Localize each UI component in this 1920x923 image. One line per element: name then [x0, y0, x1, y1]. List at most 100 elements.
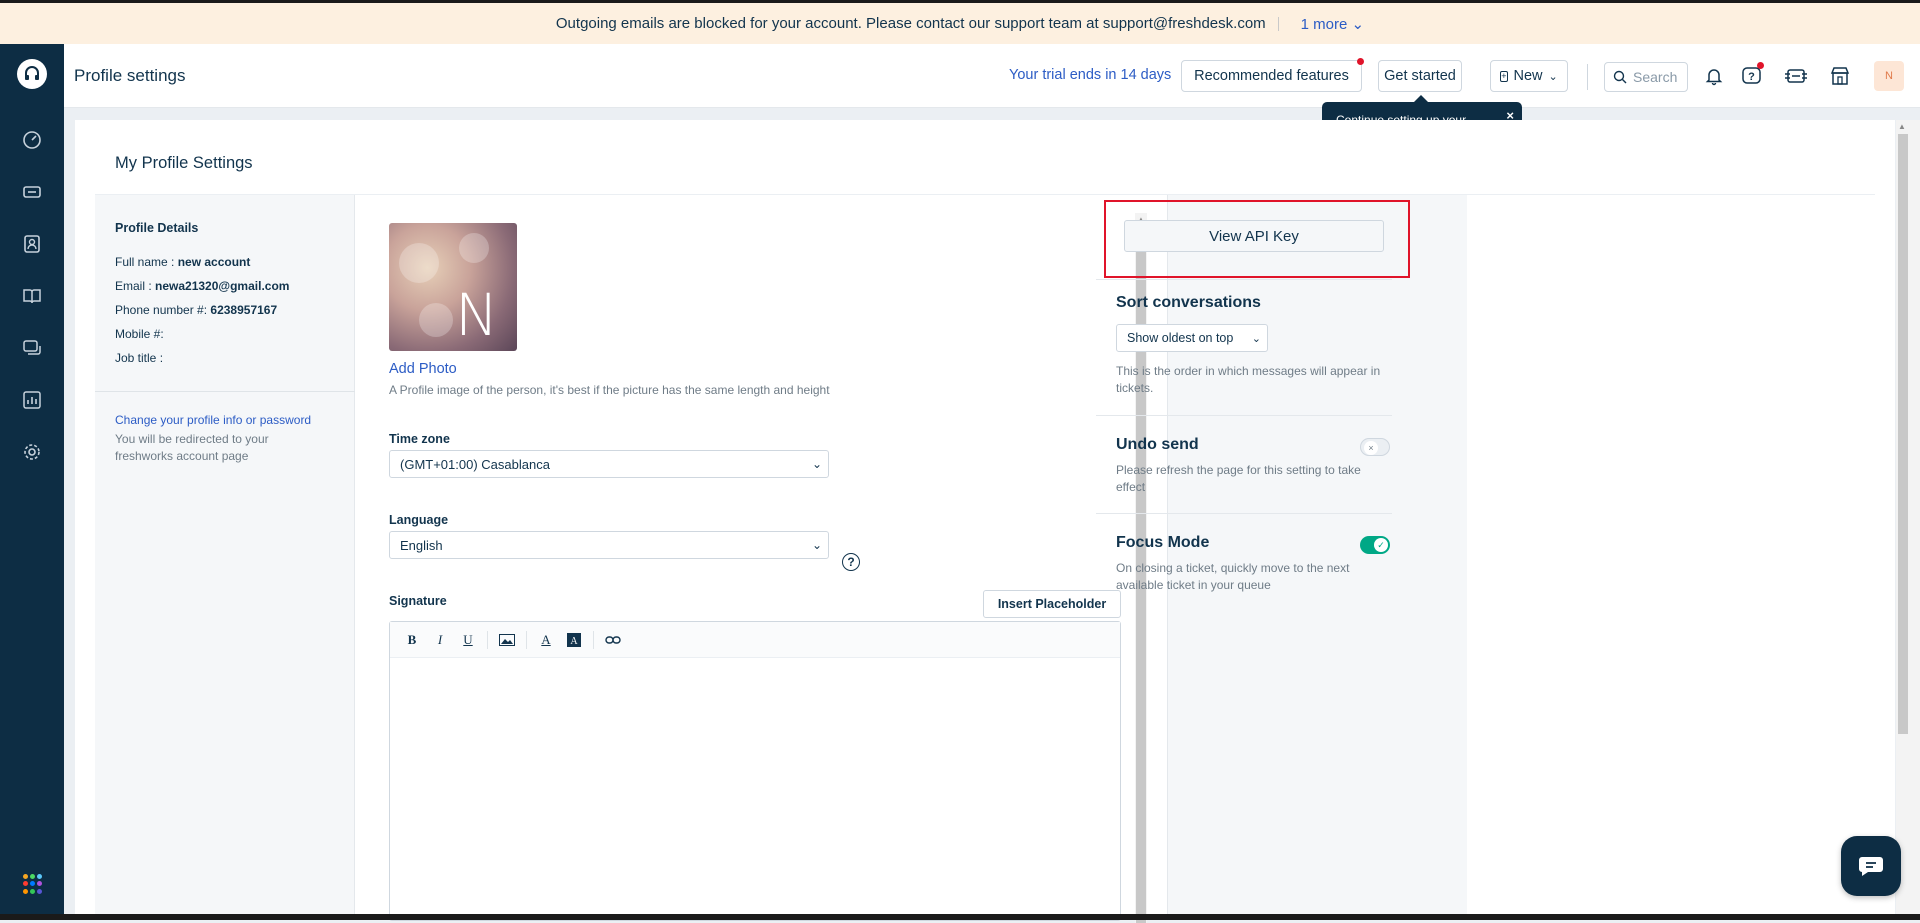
chat-widget-button[interactable] — [1841, 836, 1901, 896]
email-value: newa21320@gmail.com — [155, 279, 290, 293]
top-header: Profile settings Your trial ends in 14 d… — [64, 44, 1920, 108]
phone-label: Phone number #: — [115, 303, 211, 317]
profile-form: N Add Photo A Profile image of the perso… — [355, 195, 1147, 923]
italic-button[interactable]: I — [428, 629, 452, 651]
tickets-icon[interactable] — [20, 180, 44, 204]
toolbar-divider — [526, 630, 527, 649]
chevron-down-icon: ⌄ — [811, 457, 822, 471]
page-header-title: Profile settings — [74, 66, 186, 85]
dashboard-icon[interactable] — [20, 128, 44, 152]
svg-text:A: A — [570, 636, 578, 647]
profile-details-sidebar: Profile Details Full name : new account … — [95, 195, 355, 920]
language-select[interactable]: English ⌄ — [389, 531, 829, 559]
link-icon[interactable] — [601, 629, 625, 651]
help-notification-dot — [1757, 62, 1764, 69]
get-started-label: Get started — [1384, 68, 1456, 84]
knowledge-base-icon[interactable] — [20, 284, 44, 308]
freshdesk-logo-icon[interactable] — [17, 59, 47, 89]
language-help-icon[interactable]: ? — [842, 553, 860, 571]
marketplace-store-icon[interactable] — [1826, 62, 1854, 90]
insert-image-icon[interactable] — [495, 629, 519, 651]
sort-heading: Sort conversations — [1116, 294, 1261, 311]
banner-more-label: 1 more — [1300, 15, 1348, 33]
new-dropdown-button[interactable]: + New ⌄ — [1490, 60, 1568, 92]
undo-send-desc: Please refresh the page for this setting… — [1116, 463, 1361, 494]
sort-select[interactable]: Show oldest on top ⌄ — [1116, 324, 1268, 352]
contacts-icon[interactable] — [20, 232, 44, 256]
phone-value: 6238957167 — [210, 303, 278, 317]
job-title-row: Job title : — [115, 351, 163, 365]
recommended-features-label: Recommended features — [1194, 68, 1349, 84]
forums-icon[interactable] — [20, 336, 44, 360]
timezone-label: Time zone — [389, 432, 450, 446]
photo-initial: N — [455, 281, 499, 349]
email-row: Email : newa21320@gmail.com — [115, 279, 289, 293]
full-name-row: Full name : new account — [115, 255, 250, 269]
undo-send-heading: Undo send — [1116, 436, 1199, 453]
timezone-select[interactable]: (GMT+01:00) Casablanca ⌄ — [389, 450, 829, 478]
undo-send-section: Undo send × Please refresh the page for … — [1096, 415, 1392, 513]
profile-settings-panel: My Profile Settings Profile Details Full… — [75, 120, 1895, 923]
get-started-button[interactable]: Get started — [1378, 60, 1462, 92]
focus-mode-section: Focus Mode ✓ On closing a ticket, quickl… — [1096, 513, 1392, 613]
mobile-label: Mobile #: — [115, 327, 164, 341]
product-switch-icon[interactable] — [1782, 62, 1810, 90]
toolbar-divider — [593, 630, 594, 649]
bold-button[interactable]: B — [400, 629, 424, 651]
search-input[interactable]: Search — [1604, 62, 1688, 92]
toggle-off-icon: × — [1364, 441, 1378, 455]
undo-send-toggle[interactable]: × — [1360, 438, 1390, 456]
underline-button[interactable]: U — [456, 629, 480, 651]
photo-bokeh — [419, 303, 453, 337]
mobile-row: Mobile #: — [115, 327, 164, 341]
full-name-label: Full name : — [115, 255, 178, 269]
page-scrollbar[interactable]: ▲ — [1896, 120, 1920, 920]
new-label: New — [1513, 68, 1543, 84]
profile-photo[interactable]: N — [389, 223, 517, 351]
recommended-features-button[interactable]: Recommended features — [1181, 60, 1362, 92]
language-label: Language — [389, 513, 449, 527]
sort-desc: This is the order in which messages will… — [1116, 364, 1381, 395]
focus-mode-desc: On closing a ticket, quickly move to the… — [1116, 561, 1350, 592]
bottom-edge — [0, 914, 1920, 920]
redirect-note: You will be redirected to your freshwork… — [115, 432, 269, 463]
page-scrollbar-thumb[interactable] — [1898, 134, 1908, 734]
banner-divider — [1277, 16, 1279, 31]
banner-message: Outgoing emails are blocked for your acc… — [555, 15, 1266, 32]
background-color-icon[interactable]: A — [562, 629, 586, 651]
full-name-value: new account — [177, 255, 251, 269]
view-api-key-button[interactable]: View API Key — [1124, 220, 1384, 252]
banner-more-link[interactable]: 1 more ⌄ — [1301, 15, 1364, 33]
focus-mode-heading: Focus Mode — [1116, 534, 1210, 551]
header-divider — [1587, 64, 1588, 90]
sidebar-divider — [95, 391, 355, 392]
user-avatar[interactable]: N — [1874, 61, 1904, 91]
email-label: Email : — [115, 279, 156, 293]
bell-icon[interactable] — [1700, 62, 1728, 90]
font-color-button[interactable]: A — [534, 629, 558, 651]
change-profile-link[interactable]: Change your profile info or password — [115, 413, 311, 427]
email-blocked-banner: Outgoing emails are blocked for your acc… — [0, 0, 1920, 44]
job-title-label: Job title : — [115, 351, 164, 365]
chevron-down-icon: ⌄ — [1351, 15, 1365, 33]
trial-link[interactable]: Your trial ends in 14 days — [1009, 67, 1171, 83]
chevron-down-icon: ⌄ — [1548, 70, 1558, 83]
add-photo-link[interactable]: Add Photo — [389, 361, 457, 377]
profile-details-heading: Profile Details — [115, 221, 199, 235]
check-icon: ✓ — [1374, 538, 1388, 552]
toolbar-divider — [487, 630, 488, 649]
scroll-up-icon[interactable]: ▲ — [1898, 122, 1906, 131]
left-nav — [0, 44, 64, 920]
signature-label: Signature — [389, 594, 447, 608]
language-value: English — [400, 537, 443, 553]
chevron-down-icon: ⌄ — [811, 538, 822, 552]
apps-grid-icon[interactable] — [23, 874, 43, 894]
signature-editor[interactable]: B I U A A — [389, 621, 1121, 921]
editor-toolbar: B I U A A — [390, 622, 1120, 658]
phone-row: Phone number #: 6238957167 — [115, 303, 277, 317]
admin-gear-icon[interactable] — [20, 440, 44, 464]
sort-conversations-section: Sort conversations Show oldest on top ⌄ … — [1096, 279, 1392, 415]
timezone-value: (GMT+01:00) Casablanca — [400, 456, 550, 472]
reports-icon[interactable] — [20, 388, 44, 412]
focus-mode-toggle[interactable]: ✓ — [1360, 536, 1390, 554]
